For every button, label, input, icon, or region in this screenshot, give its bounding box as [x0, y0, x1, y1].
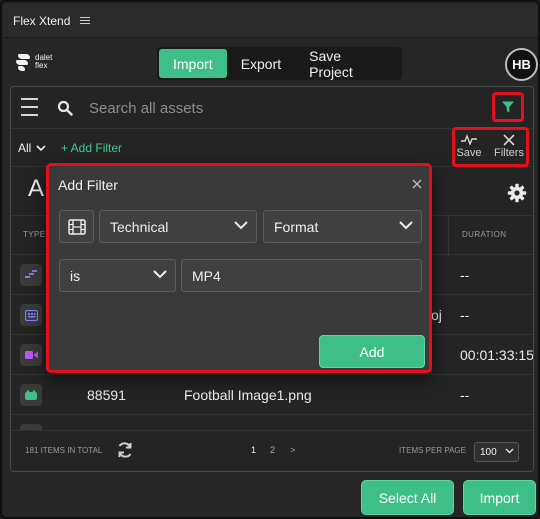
items-per-page-select[interactable]: 100	[474, 442, 519, 462]
chevron-down-icon	[399, 221, 413, 230]
scope-dropdown-label: All	[18, 141, 32, 155]
next-page[interactable]: >	[290, 445, 295, 455]
sequence-type-icon	[20, 264, 42, 286]
clear-filters-button[interactable]: Filters	[491, 131, 527, 163]
name-cell: oj	[431, 307, 442, 323]
items-total: 181 ITEMS IN TOTAL	[25, 446, 103, 455]
duration-cell: --	[460, 307, 470, 323]
film-icon	[67, 218, 86, 235]
name-cell: Football Image1.png	[184, 387, 312, 403]
funnel-icon	[502, 101, 514, 113]
save-filters-button[interactable]: Save	[454, 131, 484, 163]
duration-cell: 00:01:33:15	[460, 347, 534, 363]
dalet-flex-logo: dalet flex	[16, 52, 52, 72]
table-row[interactable]: 88591 Football Image1.png --	[11, 375, 533, 415]
page-2[interactable]: 2	[270, 445, 275, 455]
duration-cell: --	[460, 267, 470, 283]
column-header-type[interactable]: TYPE	[23, 230, 46, 239]
chevron-down-icon	[36, 144, 46, 151]
hamburger-menu-icon[interactable]	[21, 98, 38, 116]
mode-tabs: Import Export Save Project	[157, 47, 402, 80]
operator-select[interactable]: is	[59, 259, 176, 292]
filter-value-input[interactable]: MP4	[181, 259, 422, 292]
title-bar: Flex Xtend	[4, 4, 538, 38]
items-per-page-label: ITEMS PER PAGE	[399, 446, 466, 455]
column-header-duration[interactable]: DURATION	[462, 230, 506, 239]
category-select[interactable]: Technical	[99, 210, 257, 243]
duration-cell: --	[460, 387, 470, 403]
select-all-button[interactable]: Select All	[361, 480, 454, 515]
assets-heading: A	[28, 175, 45, 202]
video-type-icon	[20, 344, 42, 366]
chevron-down-icon	[505, 448, 514, 454]
dialog-title: Add Filter	[58, 177, 118, 193]
asset-type-button[interactable]	[59, 210, 94, 243]
tab-save-project[interactable]: Save Project	[295, 48, 400, 80]
tab-export[interactable]: Export	[227, 49, 295, 78]
scope-dropdown[interactable]: All	[18, 141, 46, 155]
app-window: Flex Xtend dalet flex Import Export Save…	[0, 0, 540, 519]
image-type-icon	[20, 384, 42, 406]
pulse-icon	[461, 134, 477, 146]
app-menu-icon[interactable]	[80, 16, 91, 25]
add-filter-link[interactable]: + Add Filter	[61, 141, 122, 155]
table-footer: 181 ITEMS IN TOTAL 1 2 > ITEMS PER PAGE …	[11, 430, 533, 471]
refresh-icon[interactable]	[116, 441, 134, 459]
add-filter-button[interactable]: Add	[319, 335, 425, 368]
gear-icon[interactable]	[507, 183, 527, 203]
page-1[interactable]: 1	[251, 445, 256, 455]
filter-bar: All + Add Filter Save Filters	[11, 127, 533, 167]
close-icon[interactable]	[411, 178, 423, 190]
close-icon	[503, 134, 515, 146]
search-bar	[11, 87, 533, 129]
filter-toggle-button[interactable]	[492, 92, 524, 122]
field-select[interactable]: Format	[263, 210, 422, 243]
user-avatar[interactable]: HB	[505, 48, 538, 81]
chevron-down-icon	[234, 221, 248, 230]
tab-import[interactable]: Import	[159, 49, 227, 78]
search-icon	[57, 100, 73, 116]
id-cell: 88591	[87, 387, 126, 403]
chevron-down-icon	[153, 270, 167, 279]
add-filter-dialog: Add Filter Technical Format is MP4 Add	[46, 163, 432, 373]
app-title: Flex Xtend	[13, 13, 71, 28]
header: dalet flex Import Export Save Project HB	[4, 38, 538, 86]
logo-text: dalet flex	[35, 53, 53, 70]
search-input[interactable]	[89, 96, 469, 120]
image-sequence-type-icon	[20, 304, 42, 326]
import-button[interactable]: Import	[463, 480, 536, 515]
logo-mark-icon	[16, 52, 32, 72]
